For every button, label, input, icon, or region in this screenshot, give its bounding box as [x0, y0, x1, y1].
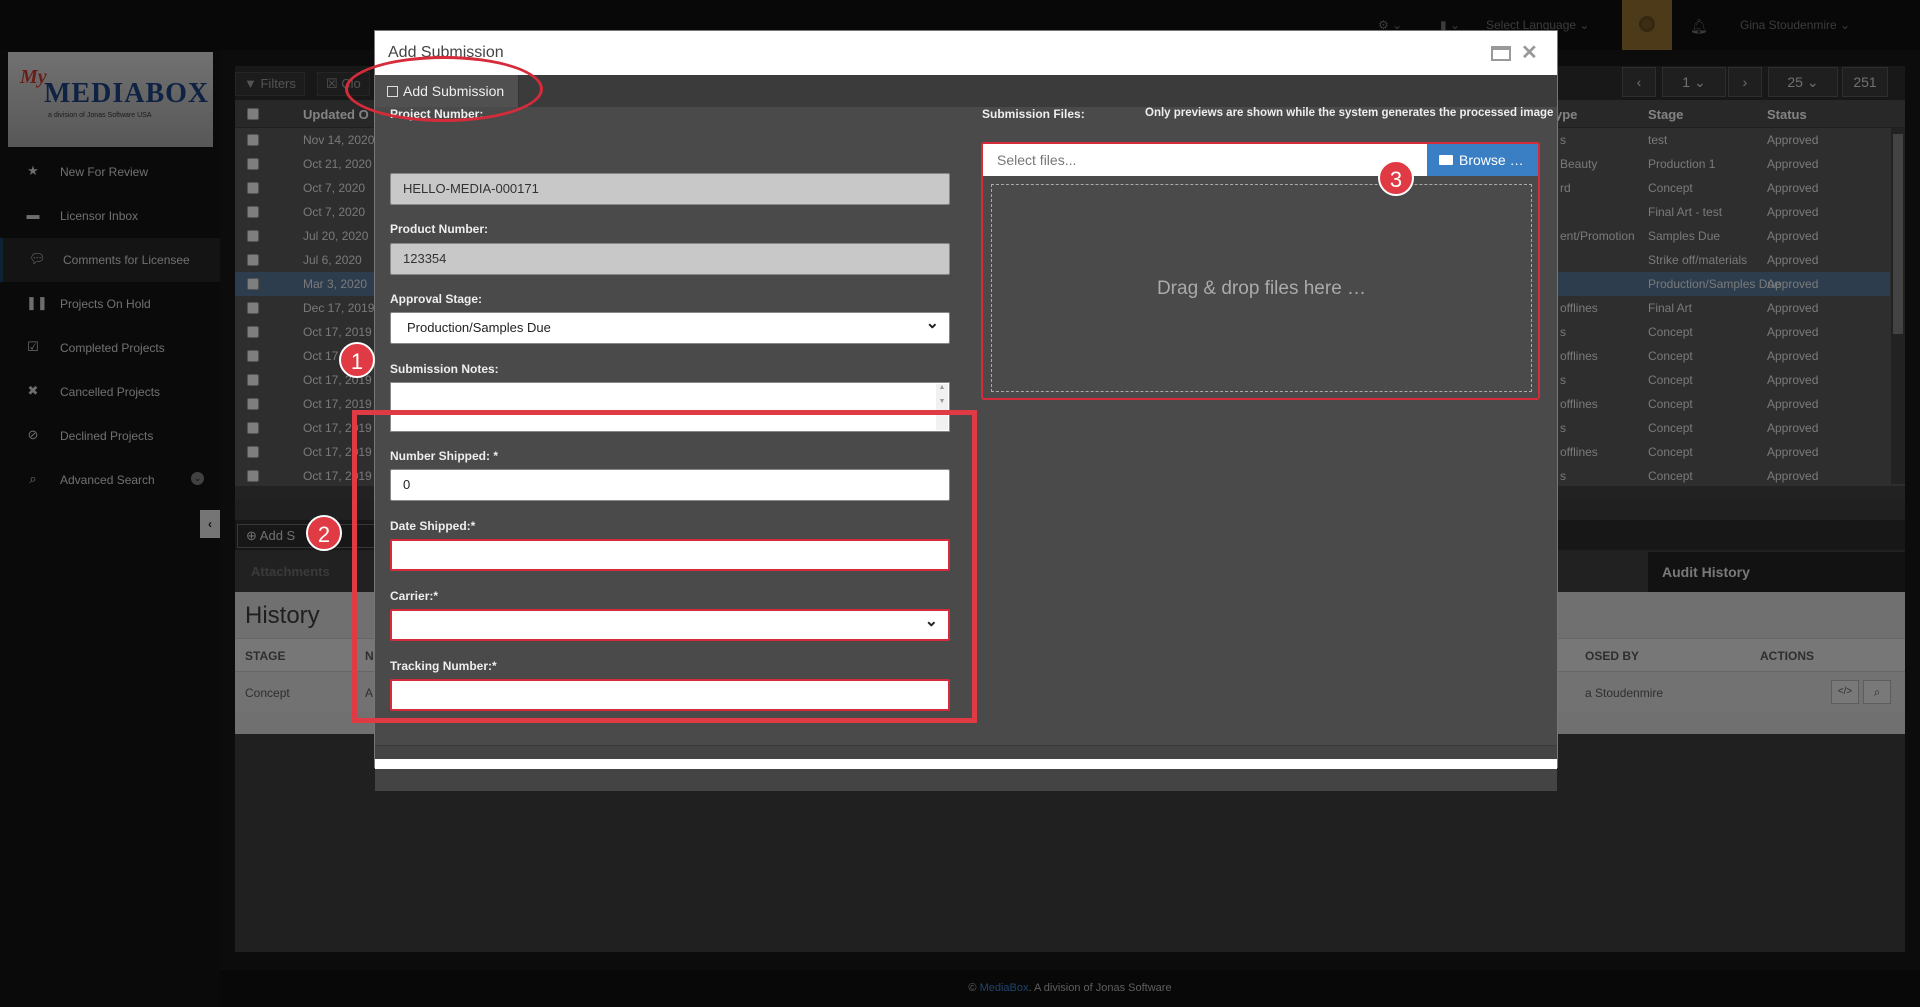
select-files-input[interactable]: Select files... [983, 144, 1427, 176]
maximize-icon[interactable] [1491, 46, 1511, 61]
folder-open-icon [1439, 155, 1453, 165]
close-icon[interactable]: ✕ [1521, 40, 1538, 65]
browse-label: Browse … [1459, 152, 1524, 168]
approval-stage-label: Approval Stage: [390, 292, 483, 306]
dropzone-text: Drag & drop files here … [1156, 278, 1367, 299]
browse-button[interactable]: Browse … [1427, 144, 1538, 176]
dropzone[interactable]: Drag & drop files here … [991, 184, 1532, 392]
annotation-ellipse [345, 56, 543, 122]
files-note: Only previews are shown while the system… [1145, 107, 1554, 119]
submission-notes-label: Submission Notes: [390, 362, 499, 376]
modal-resize-bar [375, 759, 1557, 769]
select-files-placeholder: Select files... [997, 152, 1077, 168]
modal-titlebar: Add Submission ✕ [375, 31, 1557, 75]
annotation-box [352, 410, 977, 723]
product-number-field: 123354 [390, 243, 950, 275]
approval-stage-value: Production/Samples Due [407, 320, 551, 335]
annotation-badge-1: 1 [339, 342, 375, 378]
product-number-value: 123354 [403, 251, 447, 266]
modal-toolbar: Add Submission [375, 75, 1557, 107]
annotation-badge-2: 2 [306, 515, 342, 551]
file-upload-area: Select files... Browse … Drag & drop fil… [981, 142, 1540, 400]
annotation-badge-3: 3 [1378, 160, 1414, 196]
product-number-label: Product Number: [390, 222, 489, 236]
submission-files-label: Submission Files: [982, 107, 1085, 121]
project-number-field: HELLO-MEDIA-000171 [390, 173, 950, 205]
approval-stage-select[interactable]: Production/Samples Due [390, 309, 950, 344]
project-number-value: HELLO-MEDIA-000171 [403, 181, 539, 196]
